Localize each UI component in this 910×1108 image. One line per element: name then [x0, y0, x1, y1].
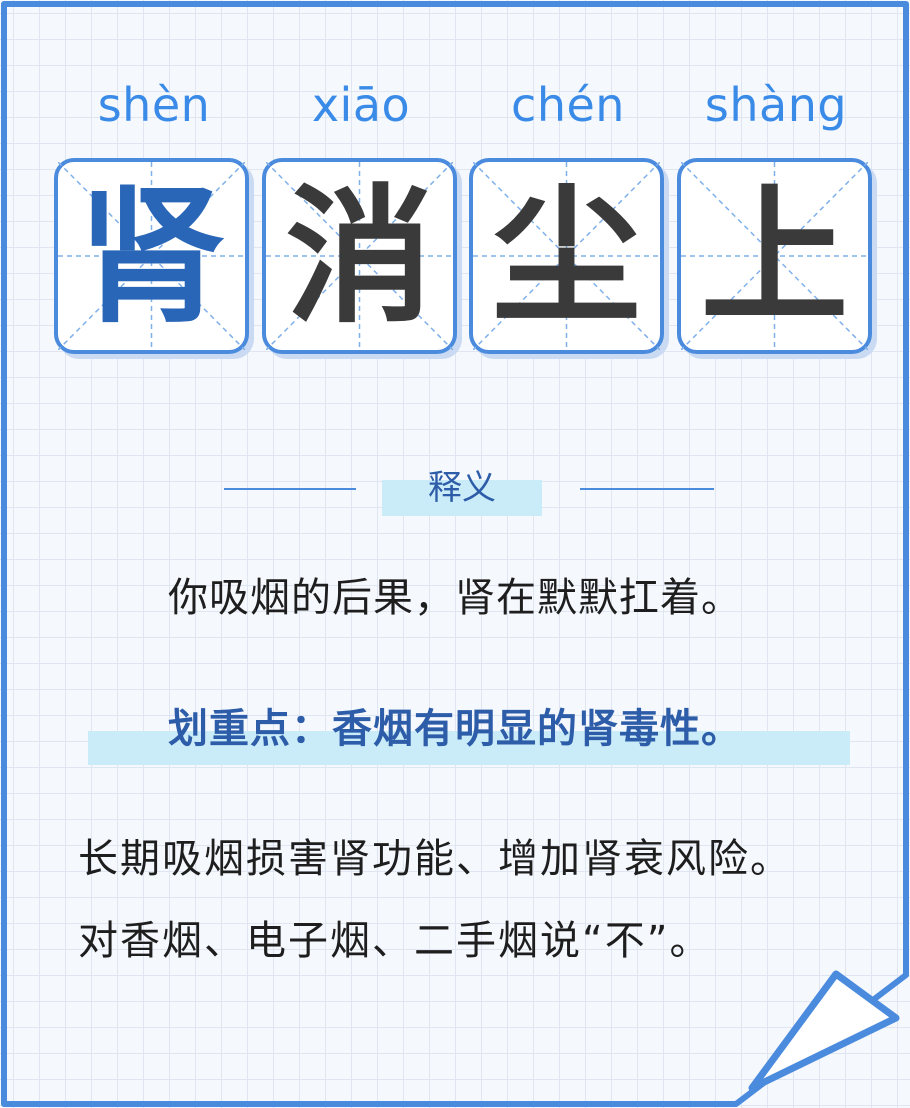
hanzi-4: 上 — [700, 169, 849, 343]
body-line-1: 长期吸烟损害肾功能、增加肾衰风险。 — [78, 836, 792, 882]
pinyin-3: chén — [511, 78, 625, 132]
pinyin-row: shèn xiāo chén shàng — [52, 78, 882, 148]
pinyin-4: shàng — [704, 78, 848, 132]
character-tile-4: 上 — [677, 158, 872, 354]
body-line-2: 对香烟、电子烟、二手烟说“不”。 — [78, 918, 712, 964]
divider-right — [580, 488, 714, 490]
key-point-text: 划重点：香烟有明显的肾毒性。 — [168, 706, 742, 752]
section-title-text: 释义 — [428, 468, 496, 508]
character-tile-1: 肾 — [54, 158, 249, 354]
section-title: 释义 — [382, 460, 542, 516]
character-tile-3: 尘 — [469, 158, 664, 354]
hanzi-2: 消 — [285, 169, 434, 343]
divider-left — [224, 488, 356, 490]
page-curl-icon — [748, 970, 900, 1092]
pinyin-1: shèn — [97, 78, 211, 132]
definition-text: 你吸烟的后果，肾在默默扛着。 — [168, 575, 742, 621]
poster: shèn xiāo chén shàng 肾 消 尘 上 释义 你吸烟的后果，肾… — [0, 0, 910, 1108]
character-tile-2: 消 — [262, 158, 457, 354]
hanzi-3: 尘 — [492, 169, 641, 343]
hanzi-1: 肾 — [77, 169, 226, 343]
pinyin-2: xiāo — [311, 78, 411, 132]
